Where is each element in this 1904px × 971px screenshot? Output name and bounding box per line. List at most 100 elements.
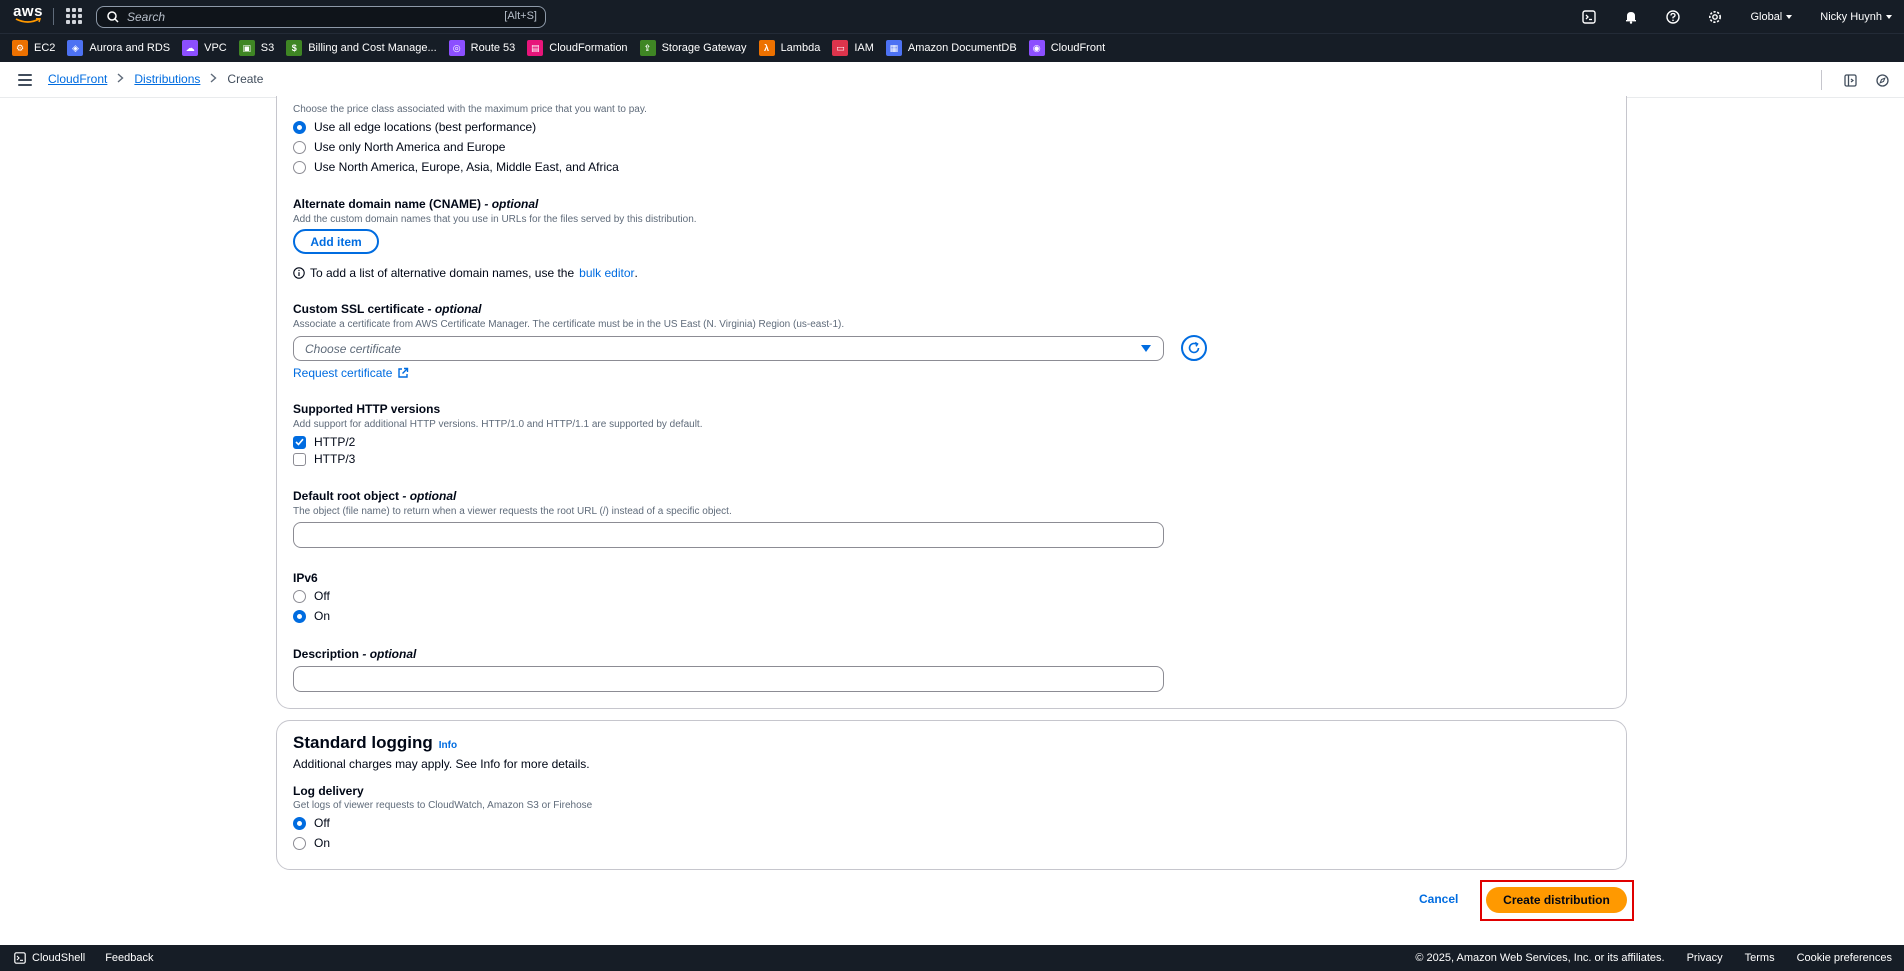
services-grid-icon[interactable] bbox=[66, 8, 82, 24]
service-icon: ▣ bbox=[238, 40, 255, 56]
favorite-storage-gateway[interactable]: ⇪ Storage Gateway bbox=[639, 40, 747, 56]
service-icon: ▤ bbox=[527, 40, 544, 56]
root-object-label: Default root object - optional bbox=[293, 489, 457, 503]
account-name: Nicky Huynh bbox=[1820, 10, 1882, 23]
add-item-button[interactable]: Add item bbox=[293, 229, 379, 254]
favorite-route-53[interactable]: ◎ Route 53 bbox=[448, 40, 516, 56]
favorite-amazon-documentdb[interactable]: ▦ Amazon DocumentDB bbox=[885, 40, 1017, 56]
favorite-ec2[interactable]: ⚙ EC2 bbox=[12, 40, 55, 56]
checkbox-unchecked-icon[interactable] bbox=[293, 452, 306, 466]
top-right-controls: Global Nicky Huynh bbox=[1568, 0, 1904, 33]
favorite-label: IAM bbox=[854, 42, 874, 54]
breadcrumb-cloudfront[interactable]: CloudFront bbox=[48, 72, 107, 86]
radio-selected-icon[interactable] bbox=[293, 816, 306, 830]
cancel-button[interactable]: Cancel bbox=[1419, 892, 1458, 906]
favorite-cloudfront[interactable]: ◉ CloudFront bbox=[1028, 40, 1105, 56]
logging-subtitle: Additional charges may apply. See Info f… bbox=[293, 757, 590, 771]
favorite-iam[interactable]: ▭ IAM bbox=[832, 40, 874, 56]
breadcrumb-bar: CloudFront Distributions Create bbox=[0, 62, 1904, 98]
chevron-down-icon bbox=[1886, 14, 1892, 19]
settings-button[interactable] bbox=[1694, 0, 1736, 33]
caret-down-icon bbox=[1141, 345, 1151, 352]
service-icon: ▦ bbox=[885, 40, 902, 56]
favorite-billing-and-cost-manage[interactable]: $ Billing and Cost Manage... bbox=[286, 40, 437, 56]
checkbox-option[interactable]: HTTP/2 bbox=[293, 435, 355, 449]
request-certificate-link[interactable]: Request certificate bbox=[293, 366, 409, 380]
favorites-bar: ⚙ EC2 ◈ Aurora and RDS ☁ VPC ▣ S3 $ Billing and C… bbox=[0, 33, 1904, 62]
terminal-icon bbox=[1582, 9, 1597, 24]
aws-logo-text: aws bbox=[13, 3, 43, 20]
split-panel-button[interactable] bbox=[1834, 62, 1866, 98]
copyright: © 2025, Amazon Web Services, Inc. or its… bbox=[1415, 952, 1665, 964]
favorite-label: Route 53 bbox=[470, 42, 516, 54]
aws-logo[interactable]: aws bbox=[12, 4, 44, 28]
certificate-select[interactable]: Choose certificate bbox=[293, 336, 1164, 361]
radio-unselected-icon[interactable] bbox=[293, 836, 306, 850]
radio-label: Use only North America and Europe bbox=[314, 140, 506, 154]
logging-header: Standard logging Info bbox=[293, 733, 457, 753]
divider bbox=[1821, 70, 1822, 90]
radio-option[interactable]: Use all edge locations (best performance… bbox=[293, 120, 619, 134]
help-panel-button[interactable] bbox=[1866, 62, 1898, 98]
info-icon bbox=[293, 267, 305, 279]
radio-label: Off bbox=[314, 816, 330, 830]
terms-link[interactable]: Terms bbox=[1745, 952, 1775, 964]
privacy-link[interactable]: Privacy bbox=[1687, 952, 1723, 964]
breadcrumb: CloudFront Distributions Create bbox=[48, 72, 263, 86]
menu-icon[interactable] bbox=[18, 74, 32, 86]
radio-option[interactable]: Use North America, Europe, Asia, Middle … bbox=[293, 160, 619, 174]
cloudshell-button[interactable] bbox=[1568, 0, 1610, 33]
logging-info-link[interactable]: Info bbox=[439, 740, 457, 751]
favorite-s3[interactable]: ▣ S3 bbox=[238, 40, 274, 56]
radio-option[interactable]: Off bbox=[293, 816, 330, 830]
favorite-cloudformation[interactable]: ▤ CloudFormation bbox=[527, 40, 628, 56]
bulk-editor-link[interactable]: bulk editor bbox=[579, 266, 634, 280]
region-selector[interactable]: Global bbox=[1736, 11, 1806, 23]
radio-selected-icon[interactable] bbox=[293, 609, 306, 623]
root-object-description: The object (file name) to return when a … bbox=[293, 506, 732, 517]
service-icon: $ bbox=[286, 40, 303, 56]
description-input[interactable] bbox=[293, 666, 1164, 692]
cloudshell-footer-button[interactable]: CloudShell bbox=[14, 952, 85, 964]
search-input[interactable] bbox=[127, 10, 467, 24]
root-object-input[interactable] bbox=[293, 522, 1164, 548]
http-versions-options: HTTP/2 HTTP/3 bbox=[293, 435, 355, 469]
checkbox-option[interactable]: HTTP/3 bbox=[293, 452, 355, 466]
radio-option[interactable]: Use only North America and Europe bbox=[293, 140, 619, 154]
radio-unselected-icon[interactable] bbox=[293, 140, 306, 154]
radio-unselected-icon[interactable] bbox=[293, 589, 306, 603]
radio-option[interactable]: On bbox=[293, 836, 330, 850]
top-navigation: aws [Alt+S] Global Nicky Huynh bbox=[0, 0, 1904, 33]
favorite-lambda[interactable]: λ Lambda bbox=[758, 40, 820, 56]
cookie-preferences-link[interactable]: Cookie preferences bbox=[1797, 952, 1892, 964]
settings-panel bbox=[276, 96, 1627, 709]
help-button[interactable] bbox=[1652, 0, 1694, 33]
radio-option[interactable]: On bbox=[293, 609, 330, 623]
favorite-aurora-and-rds[interactable]: ◈ Aurora and RDS bbox=[67, 40, 170, 56]
favorite-vpc[interactable]: ☁ VPC bbox=[182, 40, 227, 56]
http-versions-description: Add support for additional HTTP versions… bbox=[293, 419, 703, 430]
bell-icon bbox=[1626, 11, 1637, 24]
checkbox-checked-icon[interactable] bbox=[293, 435, 306, 449]
ssl-label: Custom SSL certificate - optional bbox=[293, 302, 482, 316]
certificate-placeholder: Choose certificate bbox=[305, 341, 402, 356]
account-menu[interactable]: Nicky Huynh bbox=[1806, 11, 1904, 23]
radio-unselected-icon[interactable] bbox=[293, 160, 306, 174]
radio-selected-icon[interactable] bbox=[293, 120, 306, 134]
breadcrumb-distributions[interactable]: Distributions bbox=[134, 72, 200, 86]
refresh-certificates-button[interactable] bbox=[1181, 335, 1207, 361]
service-icon: ◎ bbox=[448, 40, 465, 56]
cname-description: Add the custom domain names that you use… bbox=[293, 214, 697, 225]
create-distribution-button[interactable]: Create distribution bbox=[1486, 887, 1627, 913]
favorite-label: Aurora and RDS bbox=[89, 42, 171, 54]
service-icon: ▭ bbox=[832, 40, 849, 56]
checkbox-label: HTTP/3 bbox=[314, 452, 356, 466]
radio-label: On bbox=[314, 836, 331, 850]
notifications-button[interactable] bbox=[1610, 0, 1652, 33]
radio-label: Use all edge locations (best performance… bbox=[314, 120, 537, 134]
search-box[interactable]: [Alt+S] bbox=[96, 6, 546, 28]
external-link-icon bbox=[398, 367, 409, 378]
service-icon: ⚙ bbox=[12, 40, 28, 56]
feedback-link[interactable]: Feedback bbox=[105, 952, 153, 964]
radio-option[interactable]: Off bbox=[293, 589, 330, 603]
